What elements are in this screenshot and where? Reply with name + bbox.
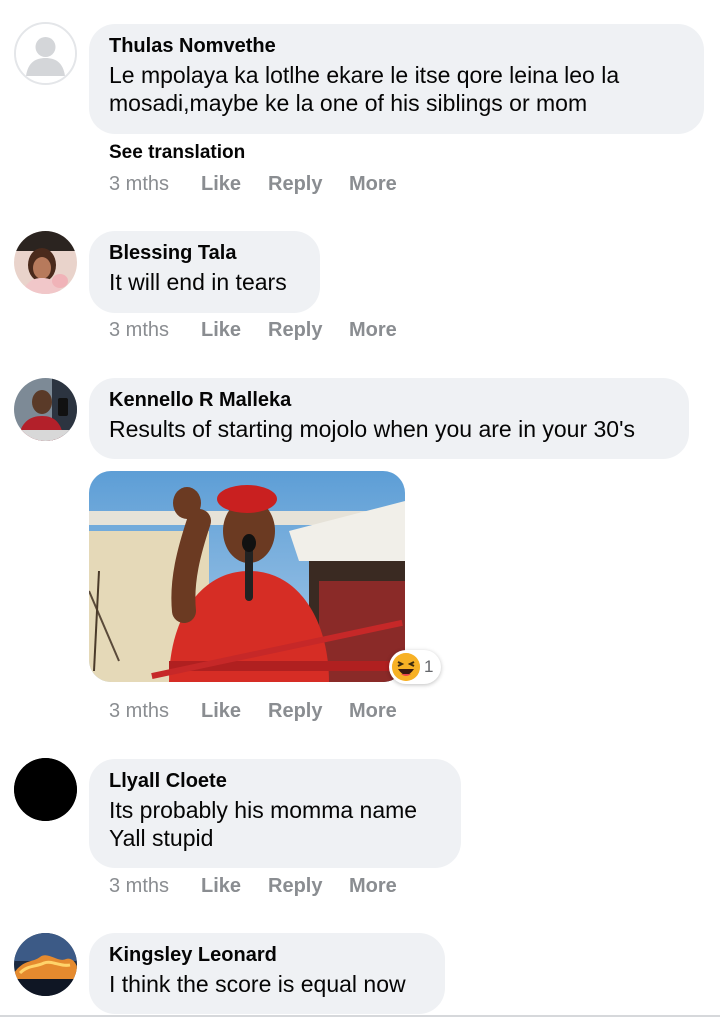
comment-text: Results of starting mojolo when you are … xyxy=(109,416,635,442)
comment-timestamp[interactable]: 3 mths xyxy=(109,173,201,196)
comment-author[interactable]: Kingsley Leonard xyxy=(109,942,425,968)
comment-actions: 3 mths Like Reply More xyxy=(109,173,397,196)
profile-photo xyxy=(14,378,77,441)
laughing-emoji-icon xyxy=(392,653,420,681)
default-profile-icon xyxy=(16,24,75,83)
avatar[interactable] xyxy=(14,378,77,441)
like-button[interactable]: Like xyxy=(201,700,268,723)
comment-bubble: Thulas Nomvethe Le mpolaya ka lotlhe eka… xyxy=(89,24,704,134)
comment-text: Its probably his momma name Yall stupid xyxy=(109,797,418,851)
like-button[interactable]: Like xyxy=(201,875,268,898)
comment-bubble: Blessing Tala It will end in tears xyxy=(89,231,320,313)
avatar[interactable] xyxy=(14,231,77,294)
more-button[interactable]: More xyxy=(349,173,397,196)
comment-text: I think the score is equal now xyxy=(109,971,406,997)
comment-text: Le mpolaya ka lotlhe ekare le itse qore … xyxy=(109,62,620,116)
reply-button[interactable]: Reply xyxy=(268,319,349,342)
comment-actions: 3 mths Like Reply More xyxy=(109,875,397,898)
avatar[interactable] xyxy=(14,933,77,996)
comment-author[interactable]: Llyall Cloete xyxy=(109,768,441,794)
reaction-count: 1 xyxy=(424,657,434,676)
black-profile-photo xyxy=(14,758,77,821)
like-button[interactable]: Like xyxy=(201,173,268,196)
comment-author[interactable]: Thulas Nomvethe xyxy=(109,33,684,59)
comment-author[interactable]: Blessing Tala xyxy=(109,240,300,266)
reply-button[interactable]: Reply xyxy=(268,700,349,723)
comment-timestamp[interactable]: 3 mths xyxy=(109,700,201,723)
photo-man-with-microphone xyxy=(89,471,405,682)
reply-button[interactable]: Reply xyxy=(268,173,349,196)
comment-bubble: Llyall Cloete Its probably his momma nam… xyxy=(89,759,461,868)
comment-actions: 3 mths Like Reply More xyxy=(109,700,397,723)
reaction-badge[interactable]: 1 xyxy=(389,650,441,684)
more-button[interactable]: More xyxy=(349,700,397,723)
comment-timestamp[interactable]: 3 mths xyxy=(109,875,201,898)
comment-text: It will end in tears xyxy=(109,269,287,295)
avatar[interactable] xyxy=(14,22,77,85)
see-translation-link[interactable]: See translation xyxy=(109,142,245,164)
avatar[interactable] xyxy=(14,758,77,821)
comment-image-attachment[interactable] xyxy=(89,471,405,682)
profile-photo xyxy=(14,231,77,294)
like-button[interactable]: Like xyxy=(201,319,268,342)
reply-button[interactable]: Reply xyxy=(268,875,349,898)
comment-timestamp[interactable]: 3 mths xyxy=(109,319,201,342)
landscape-profile-photo xyxy=(14,933,77,996)
comment-actions: 3 mths Like Reply More xyxy=(109,319,397,342)
more-button[interactable]: More xyxy=(349,875,397,898)
comment-bubble: Kennello R Malleka Results of starting m… xyxy=(89,378,689,459)
more-button[interactable]: More xyxy=(349,319,397,342)
comment-bubble: Kingsley Leonard I think the score is eq… xyxy=(89,933,445,1014)
comment-author[interactable]: Kennello R Malleka xyxy=(109,387,669,413)
